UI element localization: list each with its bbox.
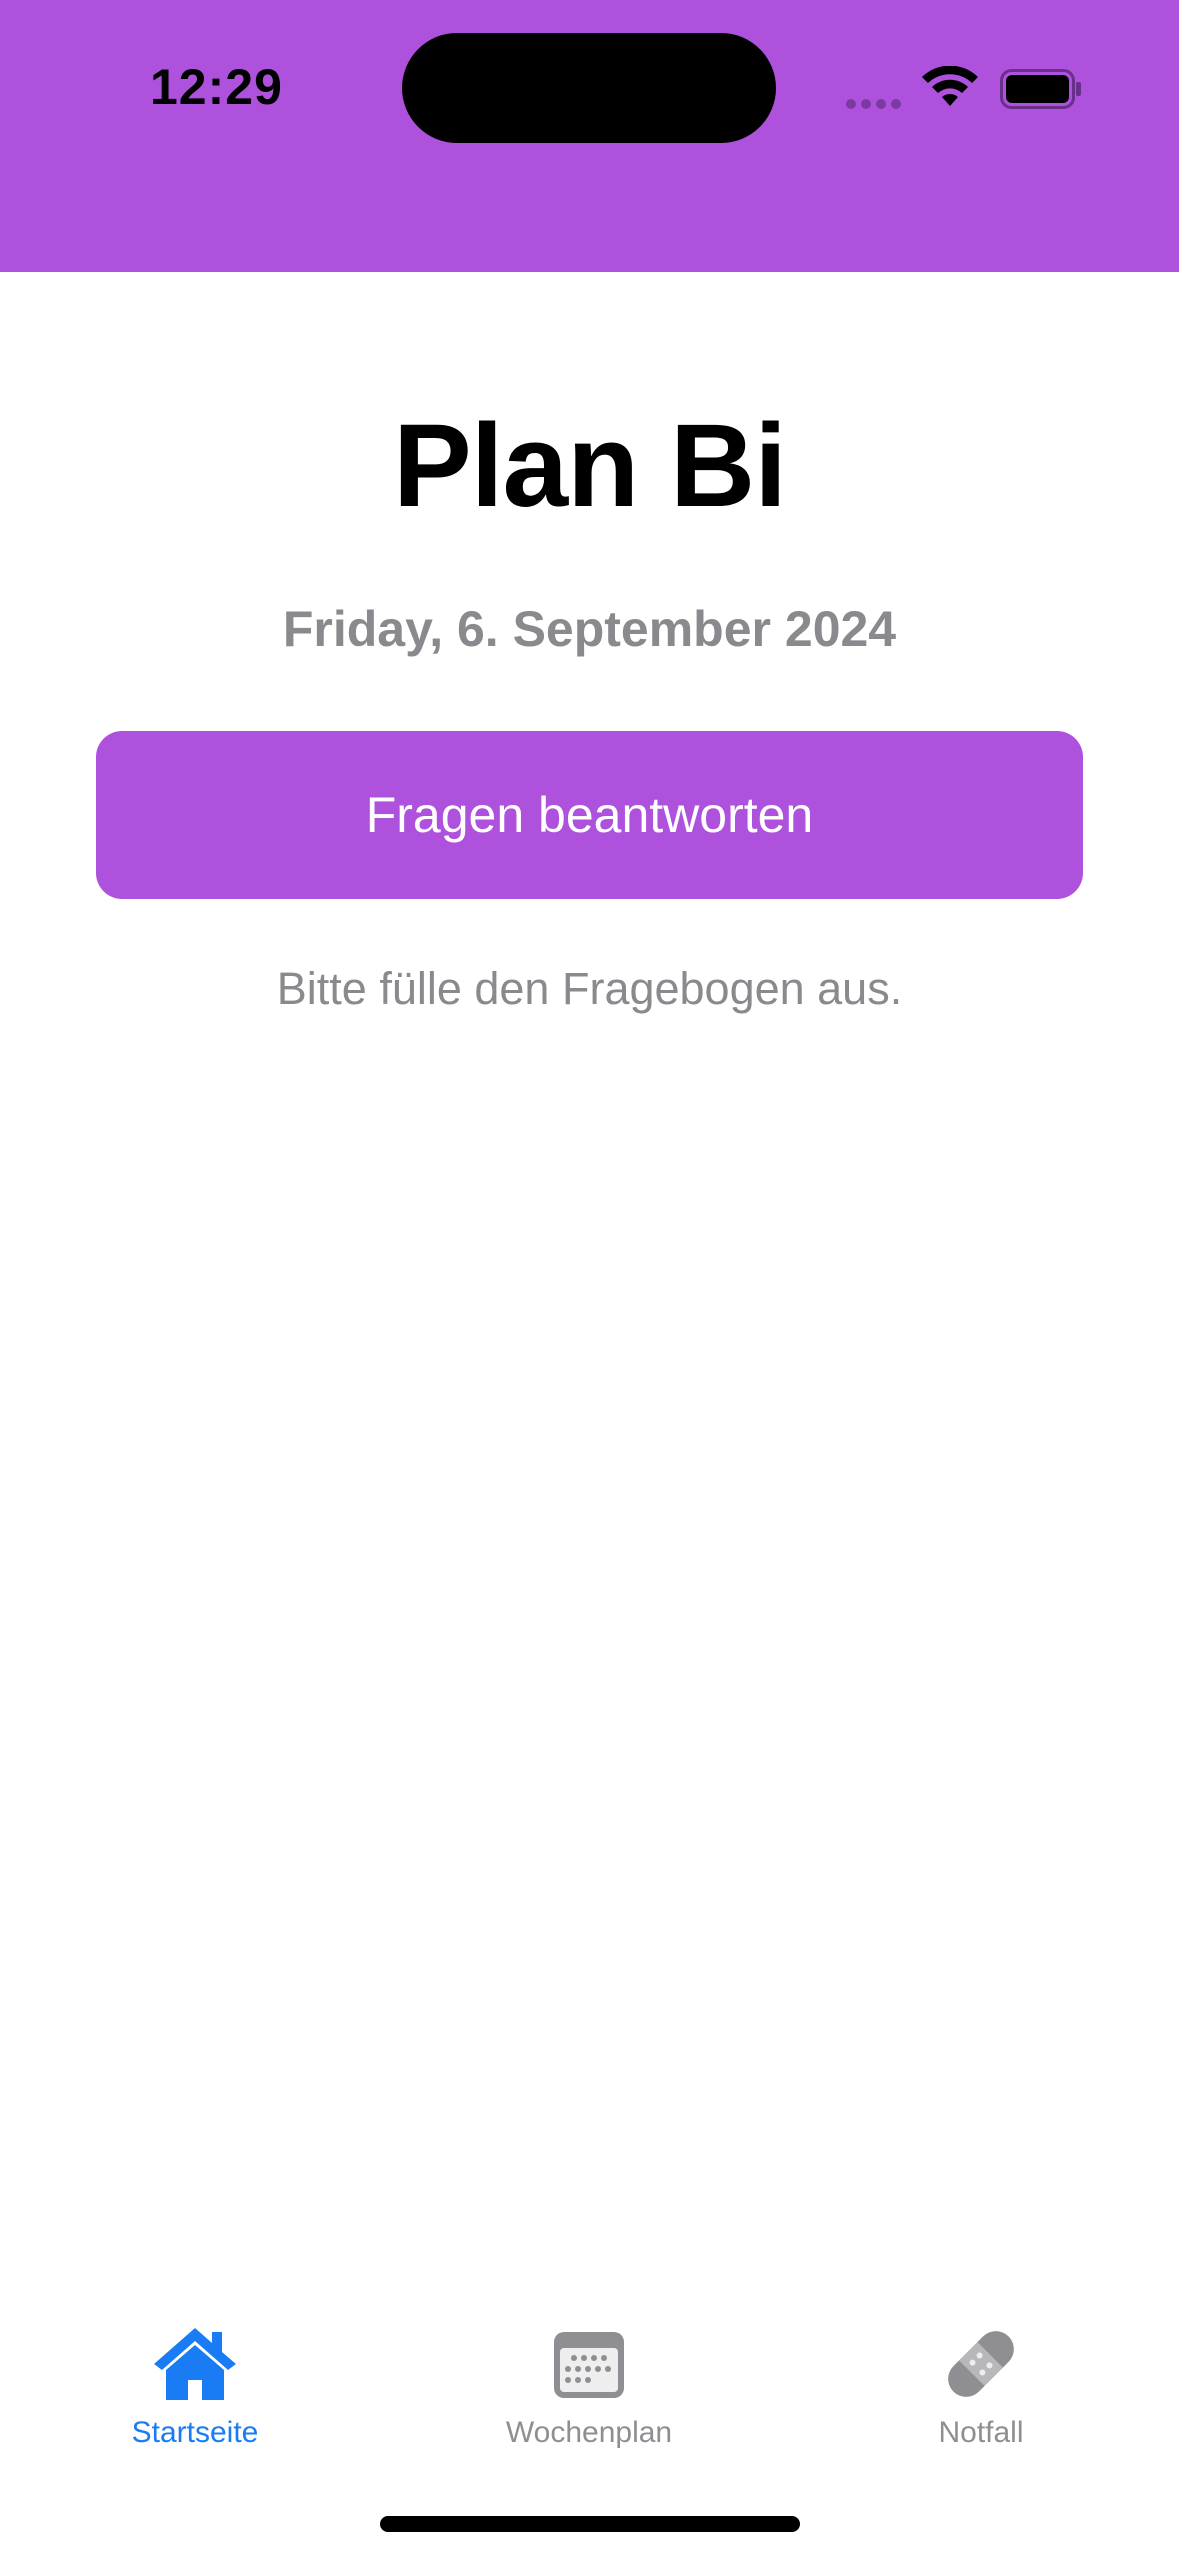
tab-wochenplan[interactable]: Wochenplan [459, 2290, 719, 2480]
date-label: Friday, 6. September 2024 [282, 601, 897, 657]
page-title: Plan Bi [393, 400, 787, 532]
tab-notfall-label: Notfall [938, 2416, 1024, 2449]
wifi-icon [922, 66, 978, 106]
tab-startseite[interactable]: Startseite [65, 2290, 325, 2480]
tab-wochenplan-label: Wochenplan [505, 2416, 673, 2449]
status-icons [840, 60, 1090, 110]
house-icon [154, 2328, 236, 2400]
home-indicator[interactable] [380, 2516, 800, 2532]
questionnaire-hint: Bitte fülle den Fragebogen aus. [276, 963, 903, 1014]
dynamic-island [402, 33, 776, 143]
tab-startseite-label: Startseite [131, 2416, 259, 2449]
answer-questions-button[interactable]: Fragen beantworten [96, 731, 1083, 899]
calendar-icon [554, 2332, 624, 2398]
status-time: 12:29 [150, 59, 283, 115]
cellular-signal-icon [846, 96, 906, 109]
battery-icon [1000, 69, 1081, 109]
tab-notfall[interactable]: Notfall [851, 2290, 1111, 2480]
bandage-icon [948, 2331, 1014, 2397]
tab-bar: Startseite Wochenplan Notfall [0, 2290, 1179, 2490]
answer-questions-button-label: Fragen beantworten [365, 787, 814, 843]
